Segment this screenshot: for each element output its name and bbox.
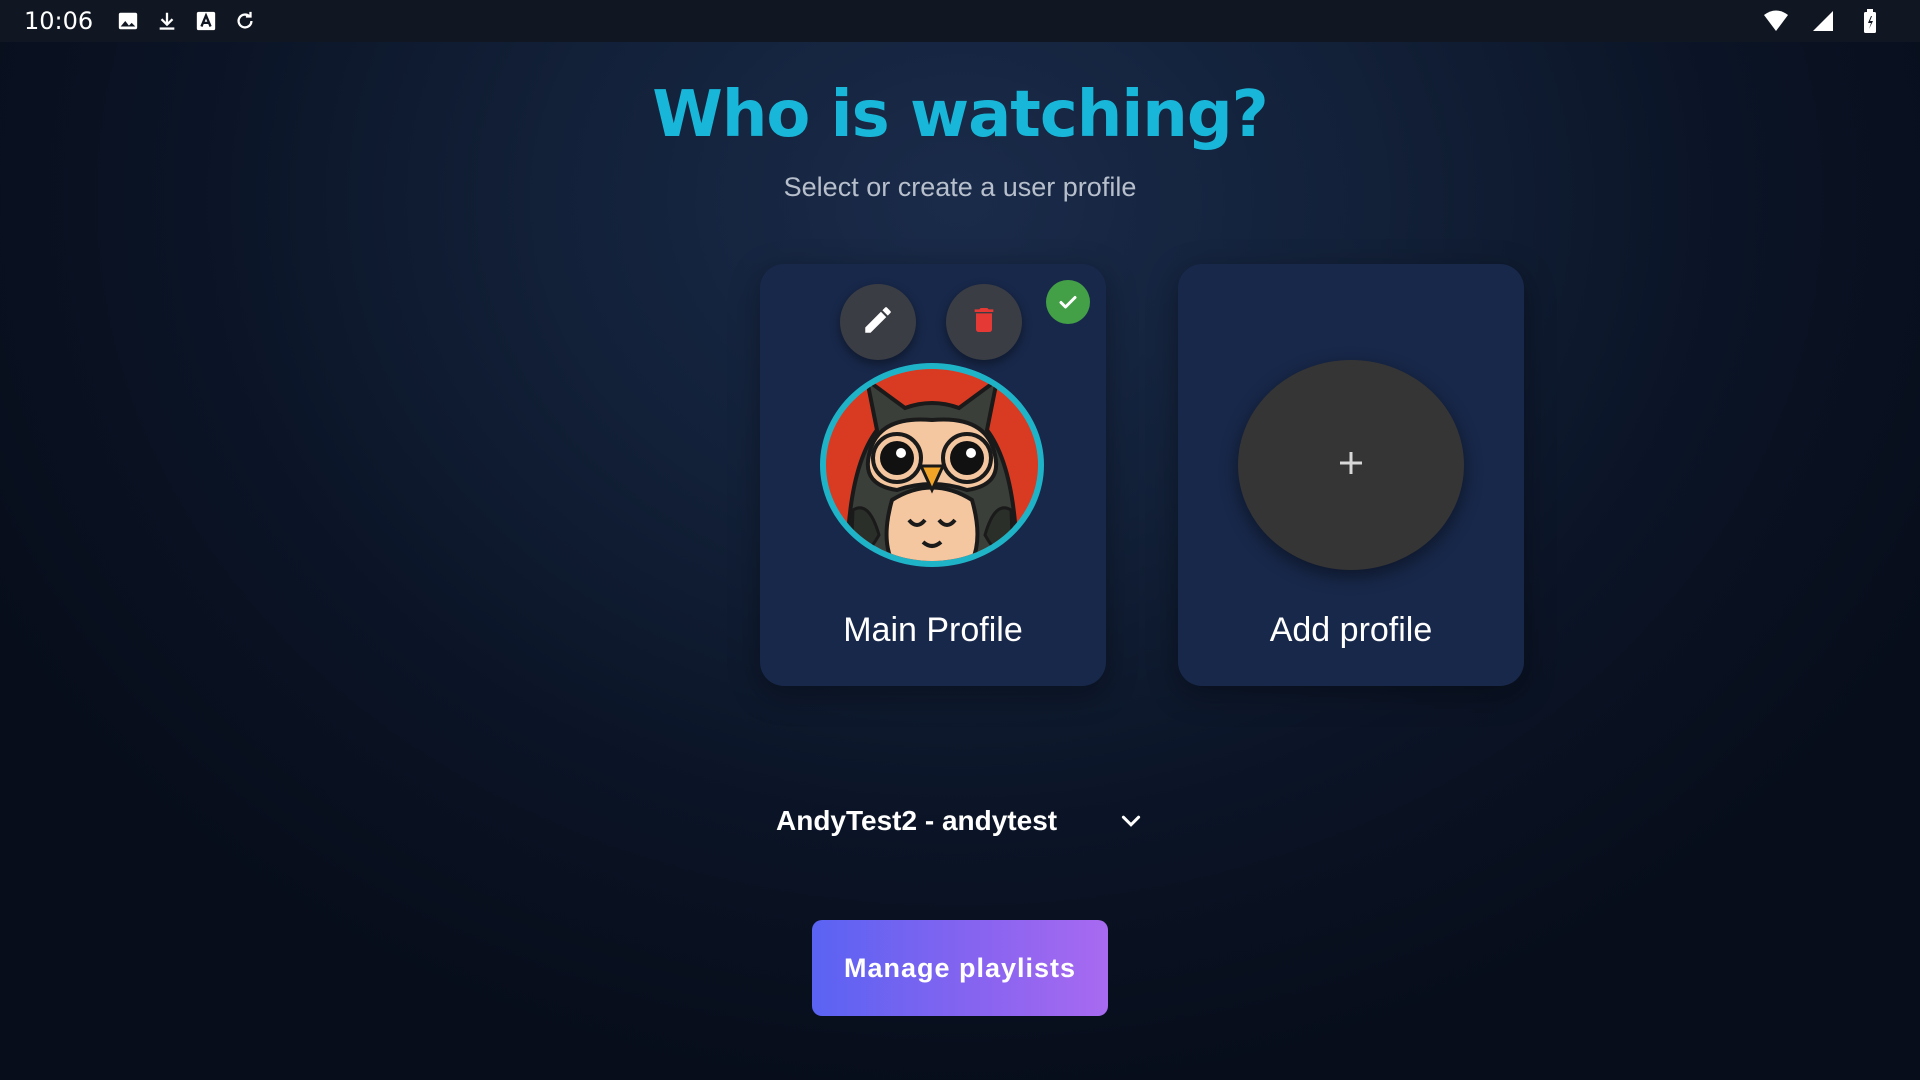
edit-profile-button[interactable] <box>840 284 916 360</box>
add-profile-card[interactable]: Add profile <box>1178 264 1524 686</box>
page-subtitle: Select or create a user profile <box>783 172 1137 202</box>
manage-playlists-button[interactable]: Manage playlists <box>812 920 1108 1016</box>
add-profile-button[interactable] <box>1238 360 1464 570</box>
profile-selection-screen: 10:06 Who is watching? Select or create … <box>0 0 1920 1080</box>
profile-card-main[interactable]: Main Profile <box>760 264 1106 686</box>
trash-icon <box>968 303 1000 342</box>
selected-check-icon <box>1046 280 1090 324</box>
signal-icon <box>1810 8 1836 34</box>
status-time: 10:06 <box>24 7 94 35</box>
sync-icon <box>232 8 258 34</box>
delete-profile-button[interactable] <box>946 284 1022 360</box>
account-dropdown-value: AndyTest2 - andytest <box>776 805 1058 836</box>
wifi-icon <box>1763 8 1789 34</box>
status-bar: 10:06 <box>0 0 1920 42</box>
page-title: Who is watching? <box>652 78 1269 152</box>
add-profile-label: Add profile <box>1269 611 1433 649</box>
status-right-icons <box>1763 8 1896 34</box>
download-icon <box>154 8 180 34</box>
account-dropdown[interactable]: AndyTest2 - andytest <box>776 796 1146 846</box>
text-a-icon <box>193 8 219 34</box>
battery-icon <box>1857 8 1883 34</box>
image-icon <box>115 8 141 34</box>
chevron-down-icon <box>1116 806 1146 836</box>
plus-icon <box>1336 448 1366 483</box>
pencil-icon <box>861 303 895 342</box>
owl-avatar-icon <box>817 360 1047 570</box>
profile-name: Main Profile <box>843 611 1023 649</box>
